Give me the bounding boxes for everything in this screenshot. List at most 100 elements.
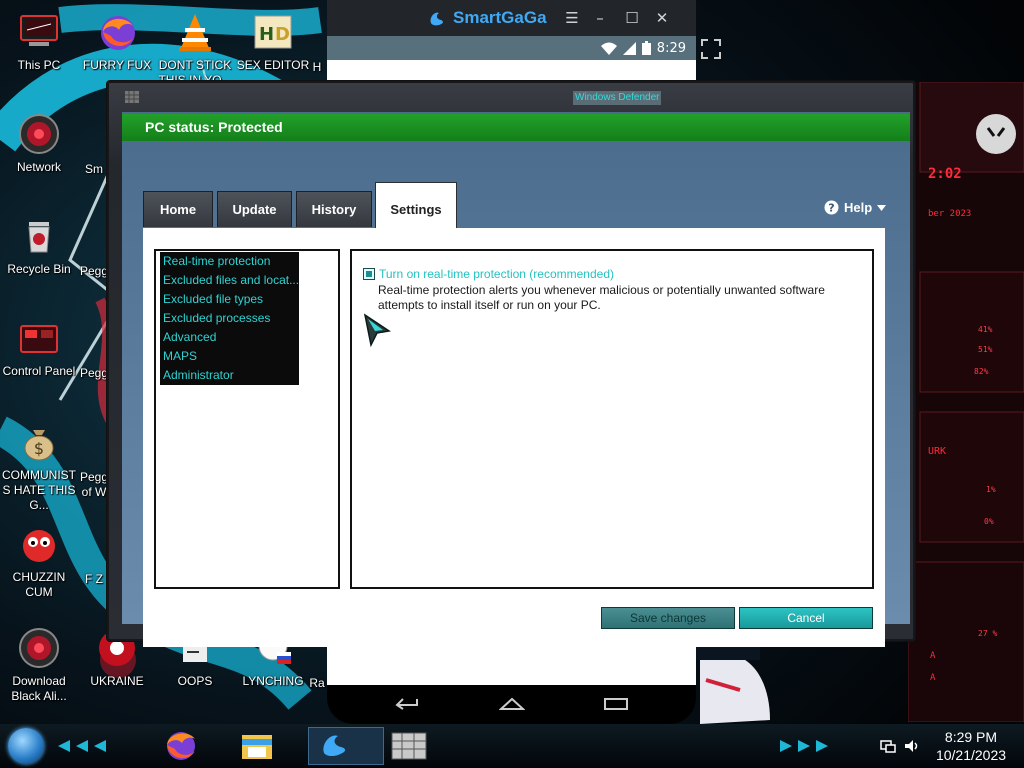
desktop-icon-label: Ra [309, 676, 325, 690]
swan-icon [430, 12, 443, 26]
save-changes-button[interactable]: Save changes [601, 607, 735, 629]
partial-shortcut[interactable]: Pegg [79, 214, 109, 279]
nav-item-administrator[interactable]: Administrator [160, 366, 299, 385]
help-label: Help [844, 200, 873, 215]
defender-icon[interactable] [390, 729, 428, 763]
settings-panel: Real-time protection Excluded files and … [143, 228, 885, 647]
emulator-menu-icon[interactable]: ☰ [563, 9, 581, 27]
sex-editor-shortcut[interactable]: H D SEX EDITOR [235, 10, 311, 73]
recycle-bin-shortcut[interactable]: Recycle Bin [1, 214, 77, 277]
partial-shortcut[interactable]: F Z [79, 522, 109, 587]
chevron-down-icon [877, 204, 887, 211]
settings-nav-list: Real-time protection Excluded files and … [160, 252, 299, 385]
furry-fux-shortcut[interactable]: FURRY FUX [79, 10, 155, 73]
window-title: Windows Defender [573, 91, 662, 105]
desktop-icon-label: Recycle Bin [7, 262, 71, 276]
communists-shortcut[interactable]: $ COMMUNISTS HATE THIS G... [1, 420, 77, 513]
taskbar-decoration [58, 740, 106, 752]
partial-shortcut[interactable]: Sm [79, 112, 109, 177]
network-shortcut[interactable]: Network [1, 112, 77, 175]
desktop-icon-label: Sm [85, 162, 103, 176]
clock-time: 8:29 PM [944, 729, 998, 745]
taskbar-decoration [780, 740, 828, 752]
svg-text:2:02: 2:02 [928, 166, 962, 182]
nav-item-real-time-protection[interactable]: Real-time protection [160, 252, 299, 271]
firefox-icon[interactable] [162, 729, 200, 763]
money-bag-icon: $ [24, 430, 54, 461]
download-black-ali-shortcut[interactable]: Download Black Ali... [1, 626, 77, 704]
tab-home[interactable]: Home [143, 191, 213, 227]
clock-date: 10/21/2023 [935, 747, 1007, 763]
network-orb-icon [19, 114, 59, 154]
home-icon[interactable] [499, 697, 525, 711]
cancel-button[interactable]: Cancel [739, 607, 873, 629]
android-nav-bar [327, 685, 696, 724]
this-pc-shortcut[interactable]: This PC [1, 10, 77, 73]
tab-update[interactable]: Update [217, 191, 292, 227]
desktop-icon-label: Pegg [79, 366, 109, 380]
fullscreen-icon[interactable] [700, 38, 722, 60]
partial-shortcut[interactable]: H [305, 10, 329, 75]
nav-item-excluded-processes[interactable]: Excluded processes [160, 309, 299, 328]
emulator-close-icon[interactable]: ✕ [653, 9, 671, 27]
taskbar: 8:29 PM 10/21/2023 [0, 724, 1024, 768]
back-icon[interactable] [395, 697, 419, 711]
signal-icon [622, 41, 636, 55]
svg-text:A: A [930, 651, 936, 661]
desktop-icon-label: SEX EDITOR [236, 58, 310, 72]
desktop-icon-label: Download Black Ali... [11, 674, 67, 703]
real-time-protection-label[interactable]: Turn on real-time protection (recommende… [379, 267, 614, 281]
real-time-protection-option[interactable]: Turn on real-time protection (recommende… [363, 267, 614, 281]
taskbar-clock[interactable]: 8:29 PM 10/21/2023 [926, 728, 1016, 764]
svg-text:ber 2023: ber 2023 [928, 209, 971, 219]
android-status-bar: 8:29 [327, 36, 696, 60]
firefox-icon [101, 16, 135, 50]
nav-item-maps[interactable]: MAPS [160, 347, 299, 366]
file-explorer-icon[interactable] [238, 729, 276, 763]
partial-shortcut[interactable]: Pegg [79, 316, 109, 381]
network-tray-icon[interactable] [880, 738, 896, 754]
volume-icon[interactable] [904, 738, 920, 754]
svg-text:URK: URK [928, 446, 946, 457]
partial-shortcut[interactable]: Pegg of W [79, 420, 109, 500]
svg-text:D: D [275, 24, 290, 45]
alienware-orb-icon [19, 628, 59, 668]
tab-history[interactable]: History [296, 191, 372, 227]
emulator-minimize-icon[interactable]: – [591, 9, 609, 27]
computer-icon [20, 15, 58, 46]
recents-icon[interactable] [603, 697, 629, 711]
smartgaga-icon[interactable] [316, 729, 354, 763]
real-time-protection-checkbox[interactable] [363, 268, 375, 280]
control-panel-shortcut[interactable]: Control Panel [1, 316, 77, 379]
defender-app-icon [125, 91, 139, 103]
desktop-icon-label: Pegg [79, 264, 109, 278]
settings-content-pane: Turn on real-time protection (recommende… [350, 249, 874, 589]
dont-stick-shortcut[interactable]: DONT STICK THIS IN YO... [157, 10, 233, 88]
nav-item-advanced[interactable]: Advanced [160, 328, 299, 347]
svg-text:$: $ [34, 439, 44, 458]
chuzzin-shortcut[interactable]: CHUZZIN CUM [1, 522, 77, 600]
pc-status-banner: PC status: Protected [122, 114, 910, 141]
desktop-icon-label: CHUZZIN CUM [12, 570, 66, 599]
help-icon: ? [824, 200, 839, 215]
nav-item-excluded-files[interactable]: Excluded files and locat... [160, 271, 299, 290]
desktop-icon-label: F Z [85, 572, 103, 586]
desktop-icon-label: Network [16, 160, 61, 174]
help-dropdown[interactable]: ? Help [824, 200, 887, 215]
svg-text:?: ? [828, 202, 834, 215]
tab-settings[interactable]: Settings [375, 182, 457, 229]
alienware-gadget-panel: 2:02 ber 2023 41% 51% 82% URK 1% 0% 27 %… [908, 82, 1024, 722]
wifi-icon [600, 42, 617, 55]
emulator-maximize-icon[interactable]: ☐ [623, 9, 641, 27]
nav-item-excluded-file-types[interactable]: Excluded file types [160, 290, 299, 309]
mouse-cursor-icon [363, 313, 391, 347]
emulator-logo: SmartGaGa [427, 8, 547, 28]
recycle-bin-icon [28, 222, 50, 253]
settings-nav-pane: Real-time protection Excluded files and … [154, 249, 340, 589]
android-clock: 8:29 [656, 40, 686, 56]
emulator-titlebar[interactable]: SmartGaGa ☰ – ☐ ✕ [327, 0, 696, 36]
svg-text:51%: 51% [978, 345, 993, 354]
svg-text:82%: 82% [974, 367, 989, 376]
window-titlebar[interactable]: Windows Defender [107, 81, 915, 113]
start-button[interactable] [8, 728, 44, 764]
